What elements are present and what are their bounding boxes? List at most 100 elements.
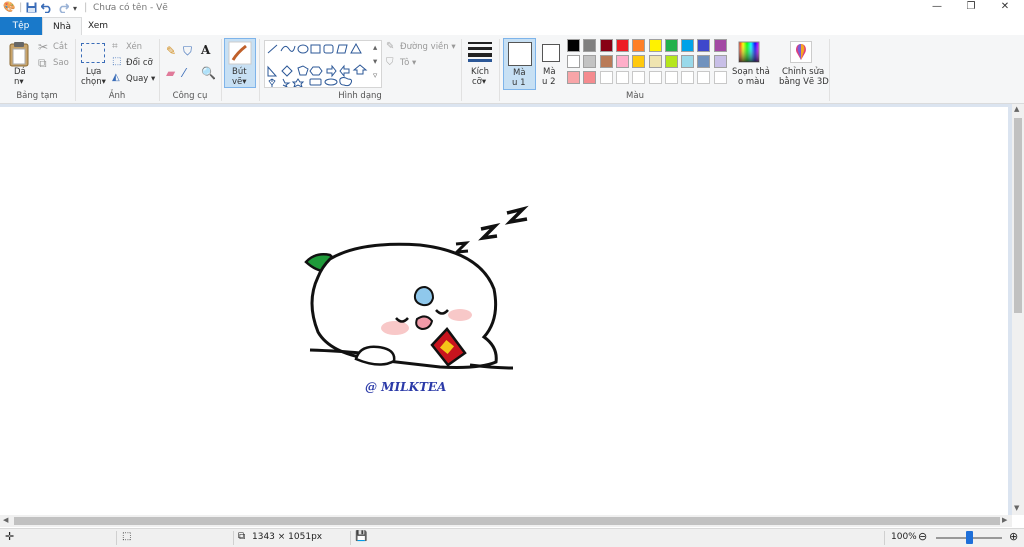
group-label-image: Ảnh <box>108 91 126 101</box>
outline-button[interactable]: Đường viền ▾ <box>400 42 456 52</box>
palette-swatch[interactable] <box>664 71 678 84</box>
palette-swatch[interactable] <box>681 55 695 68</box>
crop-button[interactable]: Xén <box>126 42 142 52</box>
cut-button[interactable]: Cắt <box>53 42 67 52</box>
palette-swatch[interactable] <box>567 71 580 84</box>
image-size-text: 1343 × 1051px <box>252 532 323 542</box>
palette-swatch[interactable] <box>615 55 629 68</box>
palette-swatch[interactable] <box>681 71 695 84</box>
divider <box>884 531 885 545</box>
palette-swatch[interactable] <box>697 55 711 68</box>
scroll-down-icon[interactable]: ▼ <box>1014 504 1019 512</box>
palette-swatch[interactable] <box>567 55 580 68</box>
tab-view[interactable]: Xem <box>82 17 114 35</box>
select-label[interactable]: Lựa <box>86 67 101 77</box>
divider <box>350 531 351 545</box>
rotate-icon: ◭ <box>112 72 120 83</box>
shapes-gallery[interactable] <box>264 40 382 89</box>
pencil-icon[interactable]: ✎ <box>166 45 176 57</box>
eraser-icon[interactable]: ▰ <box>166 67 175 79</box>
palette-swatch[interactable] <box>648 55 662 68</box>
palette-swatch[interactable] <box>599 39 613 52</box>
palette-swatch[interactable] <box>567 39 580 52</box>
horizontal-scroll-thumb[interactable] <box>14 517 1000 525</box>
paste-label-2-text: n <box>14 77 20 87</box>
palette-swatch[interactable] <box>583 71 597 84</box>
palette-swatch[interactable] <box>615 39 629 52</box>
title-bar: 🎨 | ▾ | Chưa có tên - Vẽ — ❐ ✕ <box>0 0 1024 17</box>
size-button[interactable]: Kích cỡ▾ <box>466 39 494 87</box>
shapes-scroll-down-icon[interactable]: ▾ <box>373 57 377 67</box>
close-button[interactable]: ✕ <box>990 1 1020 15</box>
palette-swatch[interactable] <box>599 55 613 68</box>
zoom-out-icon[interactable]: ⊖ <box>918 530 927 543</box>
paint-3d-button[interactable]: Chỉnh sửa <box>782 67 824 77</box>
shapes-scroll-up-icon[interactable]: ▴ <box>373 43 377 53</box>
divider <box>829 39 830 101</box>
palette-swatch[interactable] <box>648 39 662 52</box>
paste-button[interactable] <box>8 41 32 69</box>
edit-colors-button[interactable]: Soạn thả <box>732 67 770 77</box>
brushes-label-2: vẽ▾ <box>232 77 247 87</box>
customize-quick-access-icon[interactable]: ▾ <box>73 4 77 13</box>
select-icon <box>81 43 105 63</box>
restore-button[interactable]: ❐ <box>956 1 986 15</box>
watermark-text: @ MILKTEA <box>365 380 446 394</box>
paint-app-icon[interactable]: 🎨 <box>3 2 15 13</box>
undo-icon[interactable] <box>40 2 53 16</box>
magnifier-icon[interactable]: 🔍 <box>201 67 216 79</box>
save-icon[interactable] <box>26 2 37 16</box>
color-2-button[interactable]: Mà u 2 <box>537 38 563 88</box>
palette-swatch[interactable] <box>632 71 646 84</box>
redo-icon[interactable] <box>57 2 70 16</box>
selection-size-icon: ⬚ <box>122 531 132 542</box>
select-dropdown[interactable]: chọn▾ <box>81 77 106 87</box>
palette-swatch[interactable] <box>713 39 727 52</box>
scroll-up-icon[interactable]: ▲ <box>1014 105 1019 113</box>
ribbon: Dá n▾ ✂ Cắt ⧉ Sao Bảng tạm Lựa chọn▾ ⌗ X… <box>0 35 1024 104</box>
resize-button[interactable]: Đổi cỡ <box>126 58 153 68</box>
palette-swatch[interactable] <box>697 71 711 84</box>
paste-label-2[interactable]: n▾ <box>14 77 24 87</box>
copy-button[interactable]: Sao <box>53 58 69 68</box>
palette-swatch[interactable] <box>713 71 727 84</box>
palette-swatch[interactable] <box>599 71 613 84</box>
drawing-canvas[interactable]: @ MILKTEA <box>0 107 1008 515</box>
paint-3d-icon <box>790 41 812 63</box>
palette-swatch[interactable] <box>713 55 727 68</box>
rotate-button[interactable]: Quay ▾ <box>126 74 155 84</box>
palette-swatch[interactable] <box>664 39 678 52</box>
minimize-button[interactable]: — <box>922 1 952 15</box>
palette-swatch[interactable] <box>648 71 662 84</box>
palette-swatch[interactable] <box>615 71 629 84</box>
color-1-button[interactable]: Mà u 1 <box>503 38 536 90</box>
palette-swatch[interactable] <box>664 55 678 68</box>
palette-swatch[interactable] <box>681 39 695 52</box>
palette-swatch[interactable] <box>697 39 711 52</box>
paint-3d-label-2[interactable]: bằng Vẽ 3D <box>779 77 829 87</box>
status-bar: ✛ ⬚ ⧉ 1343 × 1051px 💾 100% ⊖ ⊕ <box>0 528 1024 547</box>
palette-swatch[interactable] <box>632 55 646 68</box>
palette-swatch[interactable] <box>583 39 597 52</box>
palette-swatch[interactable] <box>583 55 597 68</box>
zoom-in-icon[interactable]: ⊕ <box>1009 530 1018 543</box>
tab-file[interactable]: Tệp <box>0 17 42 35</box>
edit-colors-label-2[interactable]: o màu <box>738 77 765 87</box>
scroll-left-icon[interactable]: ◀ <box>3 516 8 524</box>
tab-home[interactable]: Nhà <box>42 17 82 36</box>
brushes-button[interactable]: Bút vẽ▾ <box>224 38 256 88</box>
cut-icon: ✂ <box>38 40 49 54</box>
divider <box>221 39 222 101</box>
fill-bucket-icon[interactable]: ⛉ <box>183 45 192 57</box>
rotate-label: Quay <box>126 74 149 84</box>
paste-label[interactable]: Dá <box>14 67 26 77</box>
color-picker-icon[interactable]: ⁄ <box>183 67 185 79</box>
fill-button[interactable]: Tô ▾ <box>400 58 416 68</box>
shapes-expand-icon[interactable]: ▿ <box>373 71 377 81</box>
scroll-right-icon[interactable]: ▶ <box>1002 516 1007 524</box>
zoom-slider-thumb[interactable] <box>965 531 973 544</box>
ribbon-tabs: Tệp Nhà Xem <box>0 17 1024 36</box>
text-tool-icon[interactable]: A <box>201 44 210 56</box>
vertical-scroll-thumb[interactable] <box>1014 118 1022 313</box>
palette-swatch[interactable] <box>632 39 646 52</box>
